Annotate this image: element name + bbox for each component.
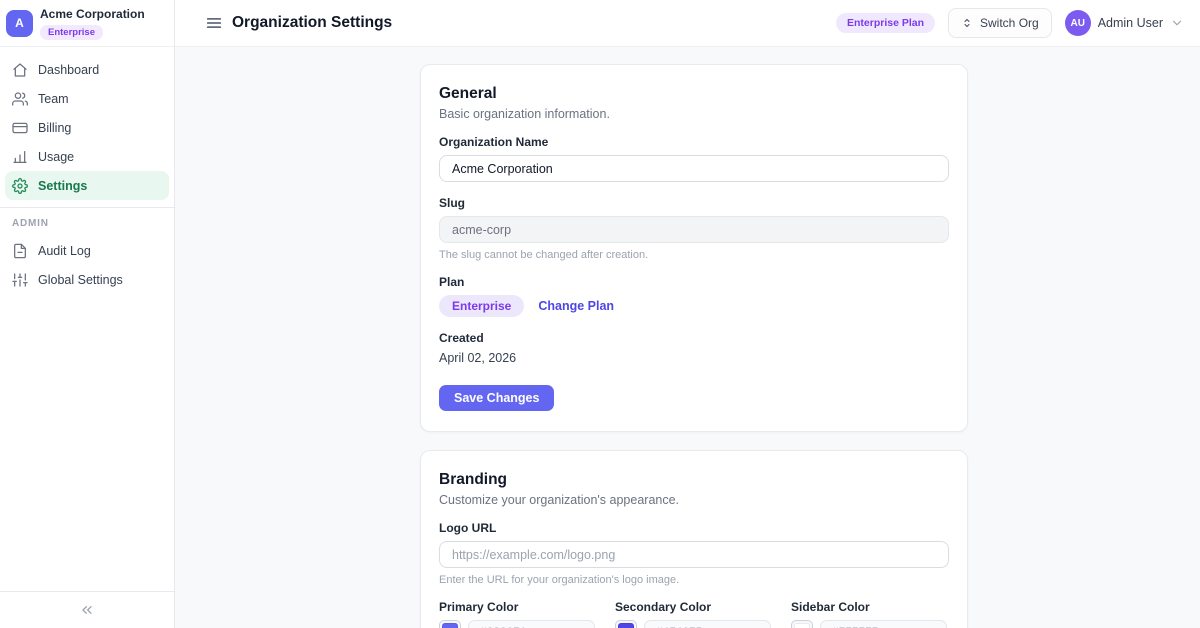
credit-card-icon — [12, 120, 28, 136]
hamburger-icon — [205, 14, 223, 32]
plan-row: Enterprise Change Plan — [439, 295, 949, 317]
change-plan-link[interactable]: Change Plan — [538, 299, 614, 313]
primary-color-inputs — [439, 620, 595, 628]
sidebar-color-swatch[interactable] — [791, 620, 813, 628]
logo-url-helper-text: Enter the URL for your organization's lo… — [439, 574, 949, 586]
content-scroll-area[interactable]: General Basic organization information. … — [175, 47, 1200, 628]
file-text-icon — [12, 243, 28, 259]
sidebar-color-field: Sidebar Color — [791, 600, 947, 628]
sidebar-item-settings[interactable]: Settings — [5, 171, 169, 200]
secondary-color-fill — [618, 623, 634, 628]
plan-value-badge: Enterprise — [439, 295, 524, 317]
created-field: Created April 02, 2026 — [439, 331, 949, 365]
user-name: Admin User — [1098, 16, 1163, 30]
sidebar-item-dashboard[interactable]: Dashboard — [5, 55, 169, 84]
primary-color-hex-input[interactable] — [468, 620, 595, 628]
chevron-down-icon — [1170, 16, 1184, 30]
sidebar-item-label: Dashboard — [38, 63, 99, 77]
sidebar-color-fill — [794, 623, 810, 628]
branding-card-subtitle: Customize your organization's appearance… — [439, 493, 949, 507]
sidebar-item-team[interactable]: Team — [5, 84, 169, 113]
general-card-title: General — [439, 85, 949, 103]
app-window: A Acme Corporation Enterprise Dashboard … — [0, 0, 1200, 628]
plan-badge: Enterprise Plan — [836, 13, 935, 33]
topbar-right: Enterprise Plan Switch Org AU Admin User — [836, 8, 1184, 38]
chevrons-up-down-icon — [961, 17, 973, 29]
sidebar-item-label: Settings — [38, 179, 87, 193]
primary-color-fill — [442, 623, 458, 628]
created-value: April 02, 2026 — [439, 351, 949, 365]
sidebar-item-billing[interactable]: Billing — [5, 113, 169, 142]
sidebar: A Acme Corporation Enterprise Dashboard … — [0, 0, 175, 628]
sidebar-section-admin: ADMIN — [5, 208, 169, 236]
secondary-color-hex-input[interactable] — [644, 620, 771, 628]
gear-icon — [12, 178, 28, 194]
users-icon — [12, 91, 28, 107]
bar-chart-icon — [12, 149, 28, 165]
general-card: General Basic organization information. … — [420, 64, 968, 432]
user-menu[interactable]: AU Admin User — [1065, 10, 1184, 36]
org-avatar: A — [6, 10, 33, 37]
logo-url-input[interactable] — [439, 541, 949, 568]
save-changes-button[interactable]: Save Changes — [439, 385, 554, 411]
slug-label: Slug — [439, 196, 949, 210]
sidebar-nav: Dashboard Team Billing Usage Settings AD… — [0, 47, 174, 591]
sidebar-color-label: Sidebar Color — [791, 600, 947, 614]
plan-label: Plan — [439, 275, 949, 289]
branding-card-title: Branding — [439, 471, 949, 489]
slug-field: Slug The slug cannot be changed after cr… — [439, 196, 949, 261]
sidebar-item-audit-log[interactable]: Audit Log — [5, 236, 169, 265]
switch-org-label: Switch Org — [980, 16, 1039, 30]
sidebar-item-label: Billing — [38, 121, 71, 135]
primary-color-field: Primary Color — [439, 600, 595, 628]
primary-color-swatch[interactable] — [439, 620, 461, 628]
secondary-color-swatch[interactable] — [615, 620, 637, 628]
sidebar-color-inputs — [791, 620, 947, 628]
branding-card: Branding Customize your organization's a… — [420, 450, 968, 628]
page-title: Organization Settings — [232, 14, 392, 32]
user-avatar: AU — [1065, 10, 1091, 36]
slug-input — [439, 216, 949, 243]
org-info: Acme Corporation Enterprise — [40, 7, 145, 40]
sidebar-item-label: Team — [38, 92, 69, 106]
plan-field: Plan Enterprise Change Plan — [439, 275, 949, 317]
sidebar-item-global-settings[interactable]: Global Settings — [5, 265, 169, 294]
collapse-sidebar-button[interactable] — [79, 602, 95, 618]
sliders-icon — [12, 272, 28, 288]
sidebar-color-hex-input[interactable] — [820, 620, 947, 628]
sidebar-item-label: Global Settings — [38, 273, 123, 287]
slug-helper-text: The slug cannot be changed after creatio… — [439, 249, 949, 261]
org-name-label: Organization Name — [439, 135, 949, 149]
chevrons-left-icon — [79, 602, 95, 618]
menu-button[interactable] — [205, 14, 223, 32]
secondary-color-inputs — [615, 620, 771, 628]
secondary-color-field: Secondary Color — [615, 600, 771, 628]
primary-color-label: Primary Color — [439, 600, 595, 614]
org-name: Acme Corporation — [40, 7, 145, 22]
main-area: Organization Settings Enterprise Plan Sw… — [175, 0, 1200, 628]
org-plan-badge: Enterprise — [40, 25, 103, 40]
created-label: Created — [439, 331, 949, 345]
logo-url-label: Logo URL — [439, 521, 949, 535]
sidebar-item-label: Usage — [38, 150, 74, 164]
sidebar-item-label: Audit Log — [38, 244, 91, 258]
topbar: Organization Settings Enterprise Plan Sw… — [175, 0, 1200, 47]
home-icon — [12, 62, 28, 78]
org-name-input[interactable] — [439, 155, 949, 182]
color-fields-row: Primary Color Secondary Color — [439, 600, 949, 628]
sidebar-footer — [0, 591, 174, 628]
logo-url-field: Logo URL Enter the URL for your organiza… — [439, 521, 949, 586]
secondary-color-label: Secondary Color — [615, 600, 771, 614]
general-card-subtitle: Basic organization information. — [439, 107, 949, 121]
org-name-field: Organization Name — [439, 135, 949, 182]
switch-org-button[interactable]: Switch Org — [948, 8, 1052, 38]
sidebar-org-header[interactable]: A Acme Corporation Enterprise — [0, 0, 174, 47]
sidebar-item-usage[interactable]: Usage — [5, 142, 169, 171]
